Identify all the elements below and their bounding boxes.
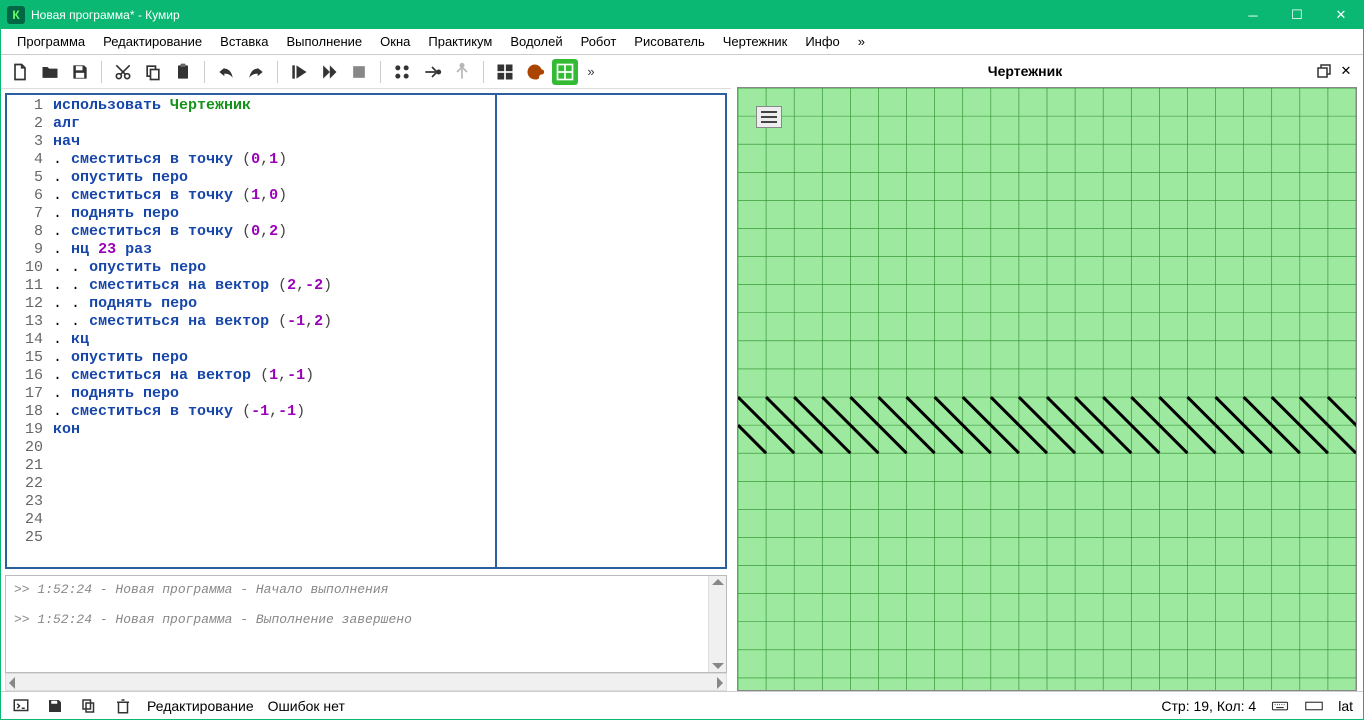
menu-item-Редактирование[interactable]: Редактирование <box>95 31 210 52</box>
stop-button[interactable] <box>346 59 372 85</box>
line-number-gutter: 1234567891011121314151617181920212223242… <box>7 95 49 567</box>
menu-item-Программа[interactable]: Программа <box>9 31 93 52</box>
status-console-icon[interactable] <box>11 696 31 716</box>
redo-button[interactable] <box>243 59 269 85</box>
step-out-button[interactable] <box>449 59 475 85</box>
step-into-button[interactable] <box>419 59 445 85</box>
toolbar-separator <box>204 61 205 83</box>
menu-item-Практикум[interactable]: Практикум <box>420 31 500 52</box>
toolbar: » <box>1 55 731 89</box>
left-column: » 12345678910111213141516171819202122232… <box>1 55 731 691</box>
window-title: Новая программа* - Кумир <box>31 8 1231 22</box>
menu-item-Вставка[interactable]: Вставка <box>212 31 276 52</box>
undo-button[interactable] <box>213 59 239 85</box>
toolbar-separator <box>483 61 484 83</box>
new-file-button[interactable] <box>7 59 33 85</box>
titlebar: К Новая программа* - Кумир ─ ☐ ✕ <box>1 1 1363 29</box>
menu-item-Водолей[interactable]: Водолей <box>502 31 570 52</box>
status-kb-layout: lat <box>1338 698 1353 714</box>
status-errors: Ошибок нет <box>268 698 345 714</box>
drafter-canvas[interactable] <box>737 87 1357 691</box>
right-column: Чертежник ✕ <box>731 55 1363 691</box>
menu-item-Выполнение[interactable]: Выполнение <box>278 31 370 52</box>
panel-title: Чертежник <box>737 63 1313 79</box>
canvas-menu-button[interactable] <box>756 106 782 128</box>
menu-item-Чертежник[interactable]: Чертежник <box>715 31 796 52</box>
editor: 1234567891011121314151617181920212223242… <box>5 93 727 569</box>
toolbar-separator <box>380 61 381 83</box>
status-ins-icon <box>1304 696 1324 716</box>
work-area: » 12345678910111213141516171819202122232… <box>1 55 1363 691</box>
console-output[interactable]: >> 1:52:24 - Новая программа - Начало вы… <box>6 576 708 672</box>
status-kb-icon <box>1270 696 1290 716</box>
toolbar-separator <box>101 61 102 83</box>
minimize-button[interactable]: ─ <box>1231 1 1275 29</box>
panel-header: Чертежник ✕ <box>737 59 1357 83</box>
menu-item-Робот[interactable]: Робот <box>573 31 625 52</box>
drafter-panel-button[interactable] <box>552 59 578 85</box>
menu-item-Рисователь[interactable]: Рисователь <box>626 31 712 52</box>
status-clear-icon[interactable] <box>113 696 133 716</box>
status-cursor-pos: Стр: 19, Кол: 4 <box>1161 698 1256 714</box>
horizontal-scrollbar[interactable] <box>5 673 727 691</box>
status-copy-icon[interactable] <box>79 696 99 716</box>
menu-item-»[interactable]: » <box>850 31 873 52</box>
menu-item-Инфо[interactable]: Инфо <box>797 31 847 52</box>
run-button[interactable] <box>286 59 312 85</box>
open-file-button[interactable] <box>37 59 63 85</box>
save-file-button[interactable] <box>67 59 93 85</box>
toolbar-more-button[interactable]: » <box>582 59 600 85</box>
maximize-button[interactable]: ☐ <box>1275 1 1319 29</box>
code-editor[interactable]: 1234567891011121314151617181920212223242… <box>7 95 495 567</box>
step-over-button[interactable] <box>389 59 415 85</box>
menu-item-Окна[interactable]: Окна <box>372 31 418 52</box>
grid4-button[interactable] <box>492 59 518 85</box>
console-scrollbar[interactable] <box>708 576 726 672</box>
app-icon: К <box>7 6 25 24</box>
panel-restore-button[interactable] <box>1313 60 1335 82</box>
status-save-icon[interactable] <box>45 696 65 716</box>
paste-button[interactable] <box>170 59 196 85</box>
console: >> 1:52:24 - Новая программа - Начало вы… <box>5 575 727 673</box>
copy-button[interactable] <box>140 59 166 85</box>
canvas-svg <box>738 88 1356 690</box>
status-mode: Редактирование <box>147 698 254 714</box>
statusbar: Редактирование Ошибок нет Стр: 19, Кол: … <box>1 691 1363 719</box>
menubar: ПрограммаРедактированиеВставкаВыполнение… <box>1 29 1363 55</box>
code-area[interactable]: использовать Чертежникалгнач. сместиться… <box>49 95 495 567</box>
palette-button[interactable] <box>522 59 548 85</box>
editor-side-panel <box>495 95 725 567</box>
toolbar-separator <box>277 61 278 83</box>
run-step-button[interactable] <box>316 59 342 85</box>
cut-button[interactable] <box>110 59 136 85</box>
close-button[interactable]: ✕ <box>1319 1 1363 29</box>
panel-close-button[interactable]: ✕ <box>1335 60 1357 82</box>
